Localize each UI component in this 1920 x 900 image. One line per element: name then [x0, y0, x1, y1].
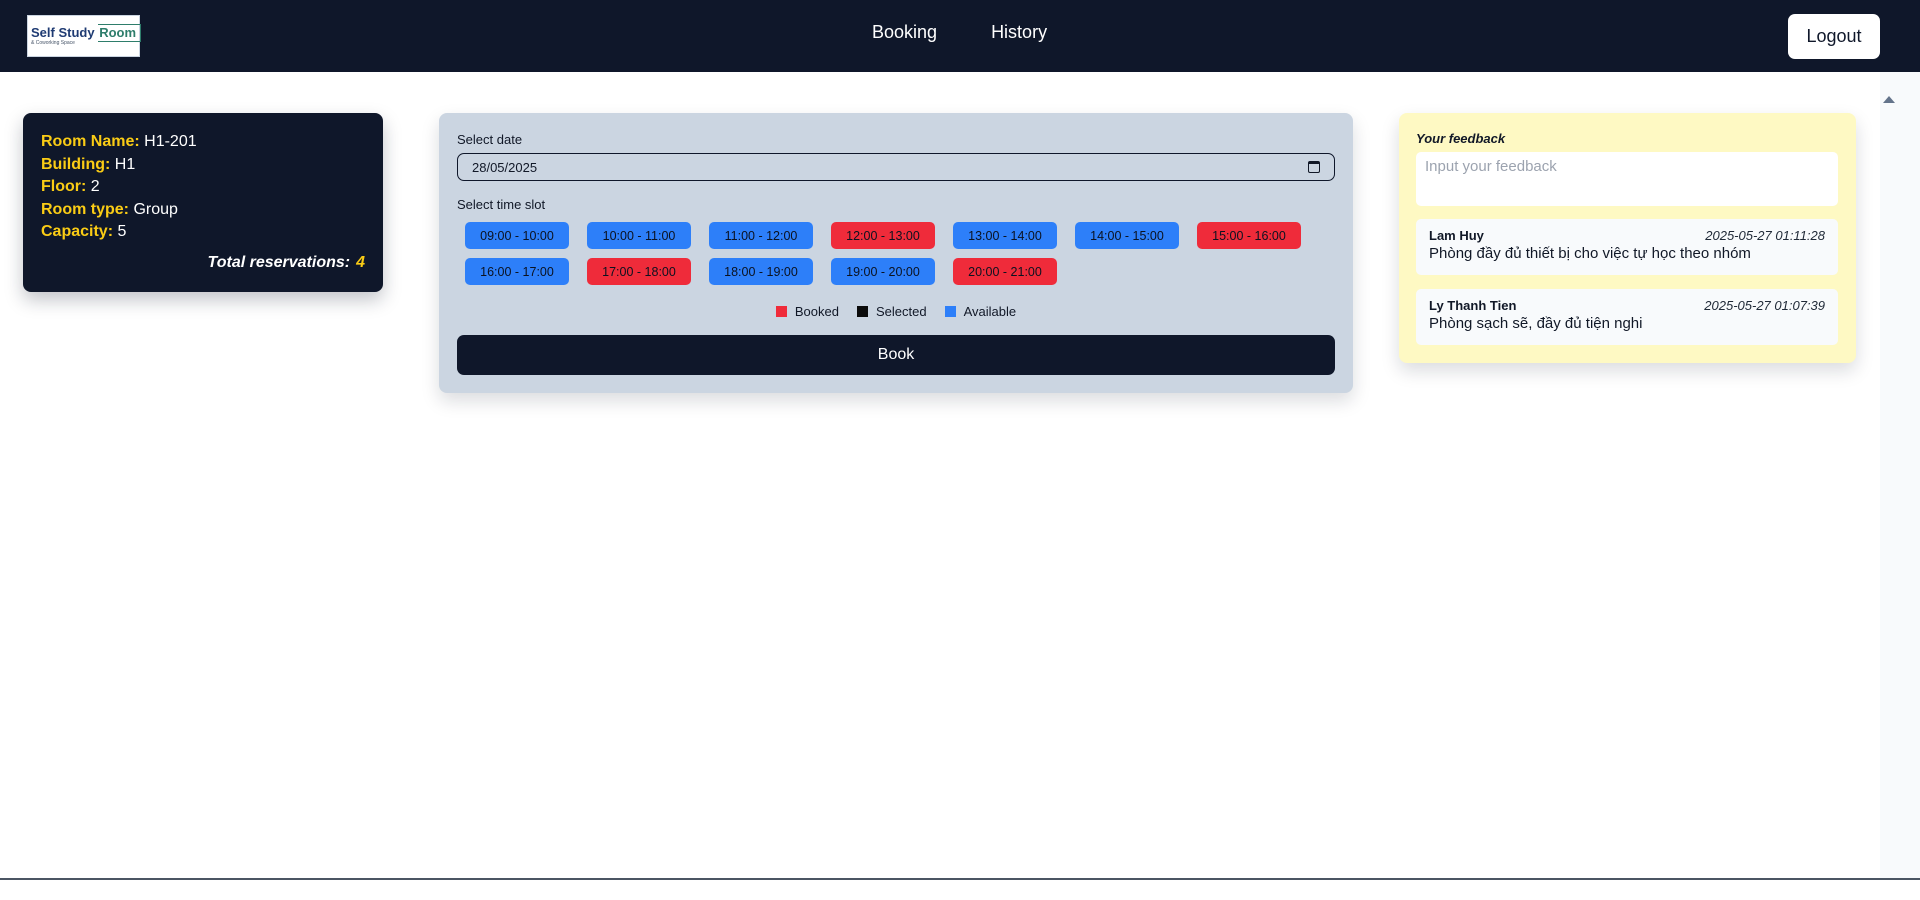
capacity-row: Capacity: 5: [41, 221, 365, 244]
bottom-divider: [0, 878, 1920, 880]
feedback-item: Lam Huy 2025-05-27 01:11:28 Phòng đầy đủ…: [1416, 219, 1838, 275]
total-reservations: Total reservations: 4: [208, 254, 365, 272]
legend-available-label: Available: [963, 304, 1017, 319]
room-type-label: Room type:: [41, 200, 129, 218]
legend-available-swatch: [944, 306, 956, 317]
legend-selected-label: Selected: [875, 304, 927, 319]
legend-selected: Selected: [856, 304, 927, 319]
feedback-user: Lam Huy: [1429, 228, 1484, 243]
time-slot-button[interactable]: 20:00 - 21:00: [953, 258, 1057, 285]
time-slot-button[interactable]: 10:00 - 11:00: [587, 222, 691, 249]
room-type-value: Group: [133, 200, 178, 218]
time-slot-button[interactable]: 15:00 - 16:00: [1197, 222, 1301, 249]
feedback-panel: Your feedback Lam Huy 2025-05-27 01:11:2…: [1399, 113, 1856, 363]
logo-text: Self Study Room: [31, 24, 142, 42]
total-reservations-label: Total reservations:: [207, 254, 351, 271]
time-slot-button[interactable]: 19:00 - 20:00: [831, 258, 935, 285]
room-name-value: H1-201: [144, 133, 197, 150]
legend-booked-label: Booked: [794, 304, 839, 319]
top-navbar: Self Study Room & Coworking Space Bookin…: [0, 0, 1920, 72]
select-date-label: Select date: [457, 132, 523, 147]
book-button[interactable]: Book: [457, 335, 1335, 375]
time-slot-button[interactable]: 17:00 - 18:00: [587, 258, 691, 285]
feedback-user: Ly Thanh Tien: [1429, 298, 1517, 313]
nav-booking[interactable]: Booking: [872, 22, 937, 43]
room-info-card: Room Name: H1-201 Building: H1 Floor: 2 …: [23, 113, 383, 292]
select-time-slot-label: Select time slot: [457, 197, 546, 212]
time-slot-button[interactable]: 14:00 - 15:00: [1075, 222, 1179, 249]
time-slot-button[interactable]: 18:00 - 19:00: [709, 258, 813, 285]
feedback-title: Your feedback: [1416, 131, 1506, 146]
room-name-row: Room Name: H1-201: [41, 131, 365, 154]
logout-button[interactable]: Logout: [1788, 14, 1880, 59]
main-nav: Booking History: [872, 22, 1047, 43]
time-slot-button[interactable]: 16:00 - 17:00: [465, 258, 569, 285]
legend-available: Available: [944, 304, 1017, 319]
time-slot-button[interactable]: 11:00 - 12:00: [709, 222, 813, 249]
slot-legend: Booked Selected Available: [439, 304, 1353, 319]
room-name-label: Room Name:: [41, 133, 140, 150]
feedback-timestamp: 2025-05-27 01:11:28: [1705, 228, 1825, 243]
logo-tagline: & Coworking Space: [31, 40, 75, 46]
time-slot-button[interactable]: 09:00 - 10:00: [465, 222, 569, 249]
time-slot-button[interactable]: 13:00 - 14:00: [953, 222, 1057, 249]
date-value: 28/05/2025: [472, 159, 538, 175]
page-scrollbar[interactable]: [1880, 72, 1920, 878]
time-slot-button[interactable]: 12:00 - 13:00: [831, 222, 935, 249]
feedback-input[interactable]: [1416, 152, 1838, 206]
building-value: H1: [114, 155, 136, 173]
scroll-up-icon[interactable]: [1883, 96, 1895, 103]
legend-booked-swatch: [775, 306, 787, 317]
room-type-row: Room type: Group: [41, 199, 365, 222]
feedback-text: Phòng đầy đủ thiết bị cho việc tự học th…: [1429, 245, 1751, 262]
building-row: Building: H1: [41, 154, 365, 177]
date-input[interactable]: 28/05/2025: [457, 153, 1335, 181]
feedback-text: Phòng sạch sẽ, đầy đủ tiện nghi: [1429, 315, 1643, 332]
logo[interactable]: Self Study Room & Coworking Space: [27, 15, 142, 57]
booking-panel: Select date 28/05/2025 Select time slot …: [439, 113, 1353, 393]
building-label: Building:: [41, 155, 111, 173]
feedback-item: Ly Thanh Tien 2025-05-27 01:07:39 Phòng …: [1416, 289, 1838, 345]
total-reservations-value: 4: [356, 254, 365, 271]
capacity-value: 5: [117, 223, 127, 240]
capacity-label: Capacity:: [41, 223, 114, 240]
calendar-icon[interactable]: [1308, 161, 1320, 173]
feedback-timestamp: 2025-05-27 01:07:39: [1704, 298, 1825, 313]
floor-value: 2: [90, 178, 100, 195]
floor-row: Floor: 2: [41, 176, 365, 199]
floor-label: Floor:: [41, 178, 87, 195]
legend-selected-swatch: [856, 306, 868, 317]
nav-history[interactable]: History: [991, 22, 1047, 43]
legend-booked: Booked: [775, 304, 839, 319]
